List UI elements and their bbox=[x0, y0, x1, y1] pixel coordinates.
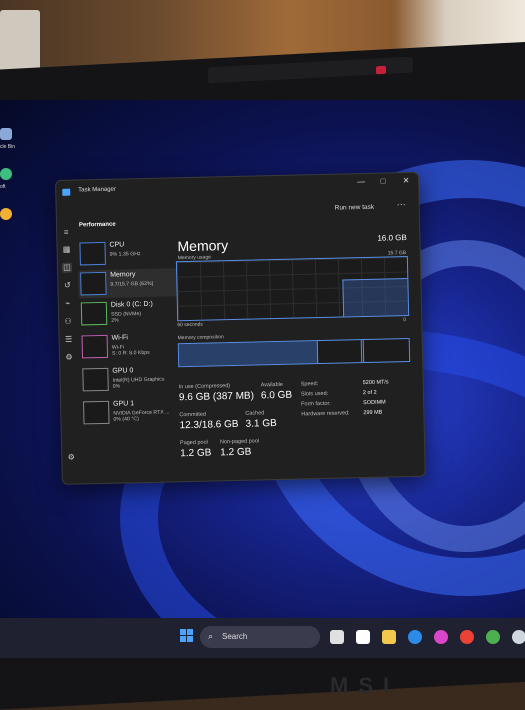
task-manager-window: Task Manager — □ ✕ ≡ ▦ ◫ ↺ ⌁ ⚇ ☰ ⚙ ⚙ Per… bbox=[55, 171, 426, 485]
graph-axis-right: 0 bbox=[403, 317, 407, 324]
app-history-icon[interactable]: ↺ bbox=[62, 281, 72, 291]
close-button[interactable]: ✕ bbox=[399, 176, 413, 185]
sidebar-item-sub: 9% 1.35 GHz bbox=[109, 251, 141, 258]
startup-apps-icon[interactable]: ⌁ bbox=[63, 299, 73, 309]
nonpaged-pool-value: 1.2 GB bbox=[220, 446, 252, 459]
sidebar-item-label: Memory bbox=[110, 271, 136, 279]
sidebar-item-sub2: S: 0 R: 8.0 Kbps bbox=[111, 349, 150, 357]
memory-usage-graph bbox=[175, 256, 410, 322]
maximize-button[interactable]: □ bbox=[376, 176, 390, 186]
memory-total: 16.0 GB bbox=[377, 233, 407, 243]
msi-logo: MSI bbox=[330, 673, 400, 698]
sidebar-item-label: CPU bbox=[109, 241, 125, 249]
app-icon[interactable] bbox=[434, 630, 448, 644]
cached-value: 3.1 GB bbox=[245, 418, 277, 430]
memory-usage-fill bbox=[341, 278, 409, 317]
task-manager-logo-icon bbox=[62, 188, 71, 196]
gpu0-thumbnail bbox=[82, 367, 109, 392]
edge-shortcut-icon[interactable] bbox=[0, 168, 12, 180]
slots-value: 2 of 2 bbox=[362, 389, 377, 397]
committed-label: Committed bbox=[179, 411, 207, 419]
hardware-reserved-value: 299 MB bbox=[363, 409, 383, 417]
form-factor-value: SODIMM bbox=[363, 399, 386, 407]
composition-divider bbox=[360, 340, 362, 363]
paged-pool-label: Paged pool bbox=[179, 439, 208, 447]
cached-label: Cached bbox=[245, 410, 265, 417]
performance-icon[interactable]: ◫ bbox=[61, 262, 73, 273]
slots-label: Slots used: bbox=[300, 390, 329, 398]
more-options-button[interactable]: ··· bbox=[397, 199, 406, 209]
desktop-icon-label: oft bbox=[0, 184, 6, 190]
edge-icon[interactable] bbox=[408, 630, 422, 644]
composition-divider bbox=[362, 340, 365, 363]
app-shortcut-icon[interactable] bbox=[0, 208, 12, 220]
memory-thumbnail bbox=[80, 271, 107, 296]
section-title: Performance bbox=[78, 221, 116, 229]
memory-composition-bar bbox=[177, 337, 411, 368]
sidebar-item-sub2: 0% (40 °C) bbox=[113, 416, 139, 423]
run-new-task-button[interactable]: Run new task bbox=[335, 204, 375, 212]
settings-gear-icon[interactable]: ⚙ bbox=[66, 453, 76, 463]
start-windows-icon[interactable] bbox=[180, 629, 194, 643]
in-use-value: 9.6 GB (387 MB) bbox=[178, 390, 255, 404]
search-icon: ⌕ bbox=[208, 631, 214, 641]
minimize-button[interactable]: — bbox=[354, 177, 368, 186]
sidebar-item-label: Wi-Fi bbox=[111, 334, 129, 342]
recycle-bin-icon[interactable] bbox=[0, 128, 12, 140]
xbox-icon[interactable] bbox=[486, 630, 500, 644]
cpu-thumbnail bbox=[79, 241, 106, 266]
sidebar-item-label: Disk 0 (C: D:) bbox=[110, 300, 153, 309]
hardware-reserved-label: Hardware reserved: bbox=[301, 410, 350, 418]
taskbar-search[interactable]: ⌕ Search bbox=[200, 626, 320, 648]
services-icon[interactable]: ⚙ bbox=[64, 353, 74, 363]
disk-thumbnail bbox=[80, 301, 108, 326]
explorer-folder-icon[interactable] bbox=[382, 630, 396, 644]
paged-pool-value: 1.2 GB bbox=[180, 447, 212, 460]
in-use-label: In use (Compressed) bbox=[178, 383, 231, 391]
wifi-thumbnail bbox=[81, 334, 109, 359]
settings-icon[interactable] bbox=[512, 630, 525, 644]
gpu1-thumbnail bbox=[83, 400, 110, 425]
sidebar-item-sub: 9.7/15.7 GB (62%) bbox=[110, 280, 154, 288]
available-value: 6.0 GB bbox=[260, 389, 293, 402]
speed-value: 5200 MT/s bbox=[362, 379, 389, 387]
sidebar-item-label: GPU 0 bbox=[112, 367, 134, 375]
nonpaged-pool-label: Non-paged pool bbox=[219, 438, 260, 446]
graph-axis-left: 60 seconds bbox=[177, 321, 203, 329]
speed-label: Speed: bbox=[300, 381, 319, 388]
webcam-shutter bbox=[376, 65, 386, 75]
sidebar-item-sub2: 0% bbox=[112, 383, 121, 390]
details-icon[interactable]: ☰ bbox=[64, 335, 74, 345]
hamburger-menu-icon[interactable]: ≡ bbox=[61, 228, 71, 238]
files-icon[interactable] bbox=[356, 630, 370, 644]
composition-in-use bbox=[178, 341, 319, 367]
available-label: Available bbox=[260, 381, 284, 389]
task-view-icon[interactable] bbox=[330, 630, 344, 644]
chrome-icon[interactable] bbox=[460, 630, 474, 644]
committed-value: 12.3/18.6 GB bbox=[179, 418, 239, 432]
sidebar-item-label: GPU 1 bbox=[113, 400, 135, 408]
users-icon[interactable]: ⚇ bbox=[63, 317, 73, 327]
processes-icon[interactable]: ▦ bbox=[61, 245, 71, 255]
search-placeholder: Search bbox=[222, 632, 248, 641]
form-factor-label: Form factor: bbox=[301, 400, 331, 408]
page-title: Memory bbox=[177, 237, 229, 255]
window-title: Task Manager bbox=[78, 186, 116, 194]
memory-composition-label: Memory composition bbox=[177, 334, 224, 342]
desktop-icon-label: cle Bin bbox=[0, 144, 16, 150]
sidebar-item-sub2: 2% bbox=[111, 317, 119, 324]
